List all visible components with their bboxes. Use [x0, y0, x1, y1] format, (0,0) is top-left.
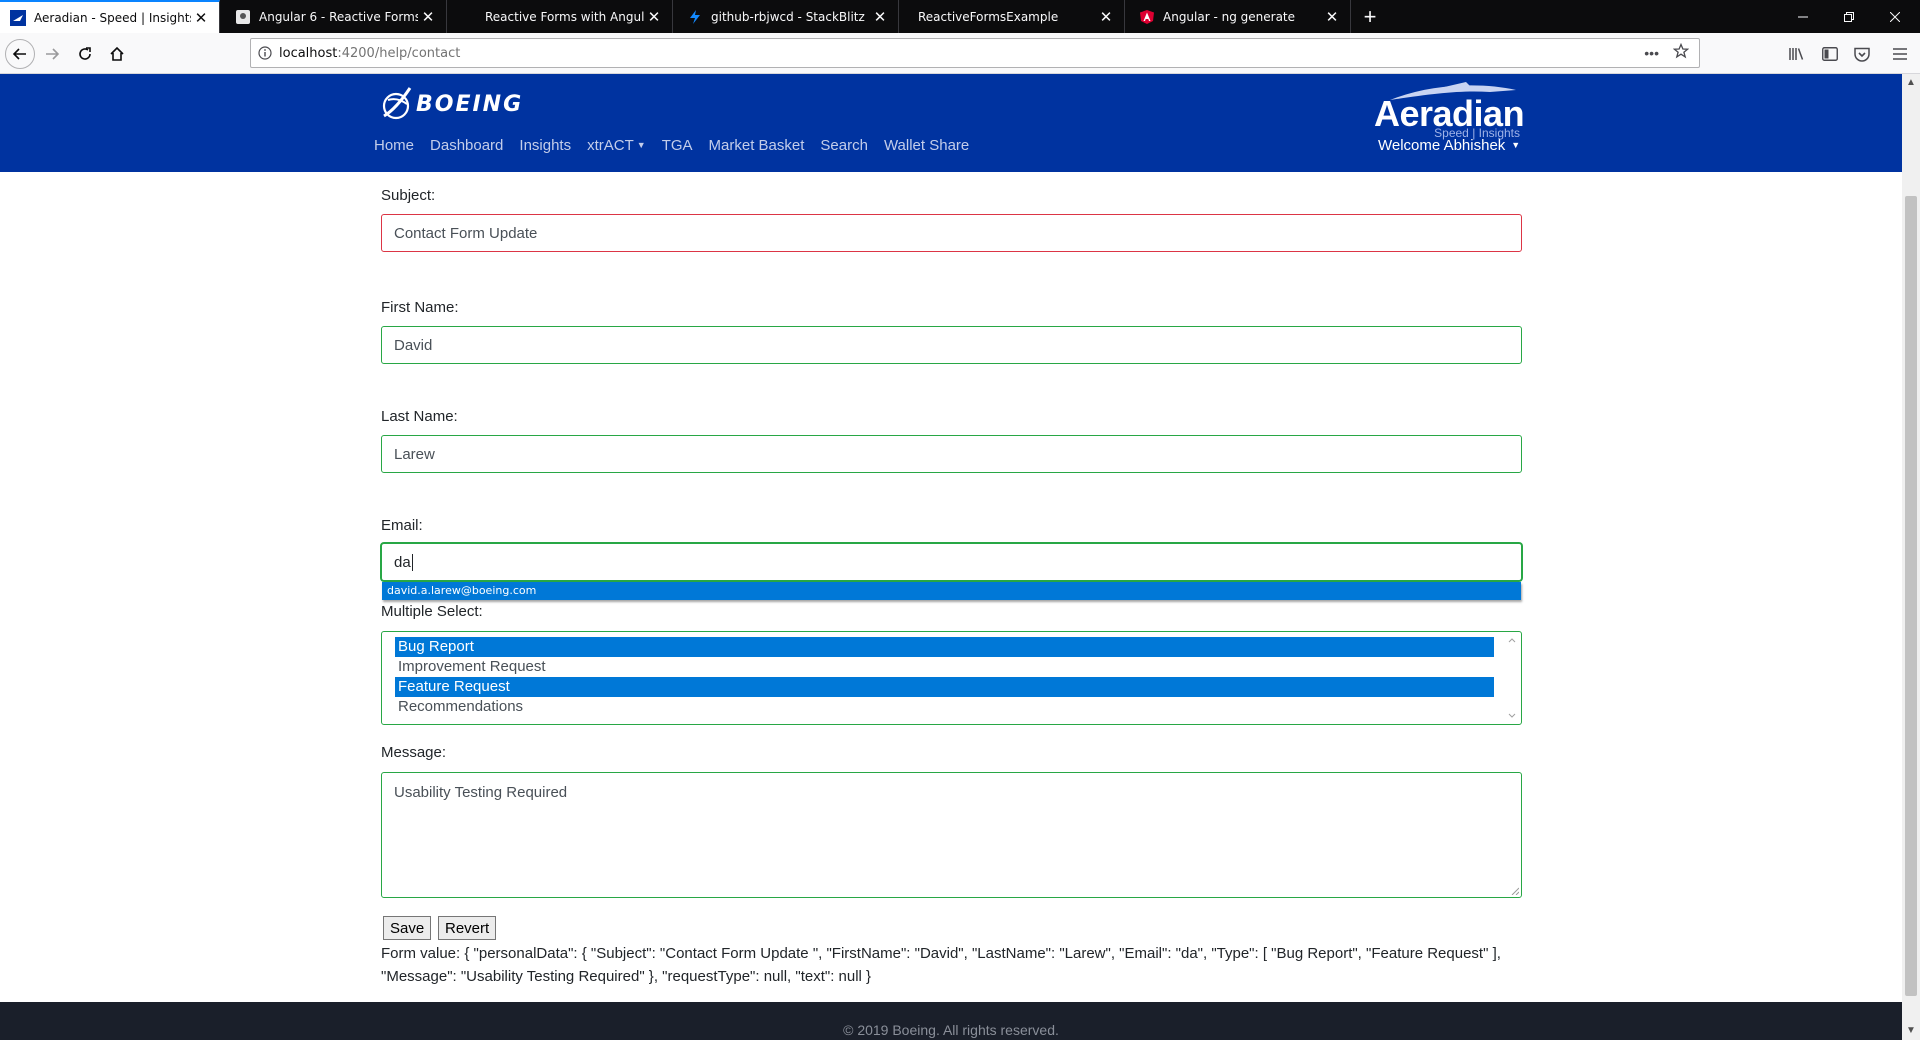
close-window-icon[interactable] [1872, 0, 1918, 33]
scroll-down-arrow-icon[interactable]: ▼ [1906, 1026, 1916, 1036]
page-viewport: BOEING Home Dashboard Insights xtrACT ▼ T… [0, 74, 1902, 1040]
tab-angular6-forms[interactable]: Angular 6 - Reactive Forms Vali ✕ [225, 0, 447, 33]
option-feature-request[interactable]: Feature Request [395, 677, 1494, 697]
url-bar[interactable]: localhost:4200/help/contact ••• [250, 38, 1700, 68]
close-tab-icon[interactable]: ✕ [191, 8, 211, 28]
first-name-input[interactable]: David [381, 326, 1522, 364]
aeradian-logo[interactable]: Aeradian Speed | Insights [1370, 80, 1525, 139]
email-input-value: da [394, 553, 411, 571]
angular-shield-icon [1139, 9, 1155, 25]
option-improvement-request[interactable]: Improvement Request [395, 657, 1494, 677]
email-autocomplete-suggestion[interactable]: david.a.larew@boeing.com [382, 582, 1521, 600]
back-arrow-icon[interactable] [5, 39, 35, 69]
last-name-label: Last Name: [381, 408, 458, 425]
caret-down-icon: ▼ [636, 140, 646, 150]
close-tab-icon[interactable]: ✕ [1096, 7, 1116, 27]
nav-insights[interactable]: Insights [519, 137, 571, 154]
sidebar-icon[interactable] [1820, 44, 1840, 64]
option-bug-report[interactable]: Bug Report [395, 637, 1494, 657]
message-text: Usability Testing Required [394, 784, 568, 801]
library-icon[interactable] [1787, 44, 1807, 64]
site-info-icon[interactable] [251, 46, 279, 60]
tab-title: github-rbjwcd - StackBlitz [711, 9, 865, 24]
tab-aeradian[interactable]: Aeradian - Speed | Insights ✕ [0, 0, 220, 33]
page-actions-menu-icon[interactable]: ••• [1644, 45, 1659, 61]
email-label: Email: [381, 517, 423, 534]
text-cursor [411, 553, 413, 571]
listbox-scrollbar[interactable] [1505, 634, 1519, 722]
forward-arrow-icon[interactable] [37, 39, 67, 69]
stackblitz-bolt-icon [687, 9, 703, 25]
nav-wallet-share[interactable]: Wallet Share [884, 137, 969, 154]
multiple-select-listbox[interactable]: Bug Report Improvement Request Feature R… [381, 631, 1522, 725]
scroll-down-icon [1508, 713, 1516, 718]
scroll-up-icon [1508, 638, 1516, 643]
tab-title: ReactiveFormsExample [918, 9, 1059, 24]
tab-reactive-forms-example[interactable]: ReactiveFormsExample ✕ [903, 0, 1125, 33]
nav-home[interactable]: Home [374, 137, 414, 154]
user-menu[interactable]: Welcome Abhishek ▼ [1378, 137, 1520, 154]
subject-label: Subject: [381, 187, 436, 204]
save-button[interactable]: Save [383, 916, 432, 940]
boeing-globe-icon [382, 87, 412, 120]
tab-stackblitz[interactable]: github-rbjwcd - StackBlitz ✕ [677, 0, 899, 33]
reload-icon[interactable] [70, 39, 100, 69]
tab-title: Angular - ng generate [1163, 9, 1296, 24]
browser-tab-strip: Aeradian - Speed | Insights ✕ Angular 6 … [0, 0, 1920, 33]
option-recommendations[interactable]: Recommendations [395, 697, 1494, 717]
nav-dashboard[interactable]: Dashboard [430, 137, 503, 154]
close-tab-icon[interactable]: ✕ [418, 7, 438, 27]
nav-search[interactable]: Search [820, 137, 868, 154]
tab-title: Aeradian - Speed | Insights [34, 10, 191, 25]
welcome-text: Welcome Abhishek [1378, 137, 1506, 154]
close-tab-icon[interactable]: ✕ [1322, 7, 1342, 27]
restore-window-icon[interactable] [1826, 0, 1872, 33]
scroll-thumb[interactable] [1905, 196, 1917, 996]
message-textarea[interactable]: Usability Testing Required [381, 772, 1522, 898]
resize-grip-icon[interactable] [1511, 887, 1519, 895]
boeing-logo[interactable]: BOEING [380, 86, 523, 122]
browser-toolbar: localhost:4200/help/contact ••• [0, 33, 1920, 74]
nav-tga[interactable]: TGA [662, 137, 693, 154]
page-scrollbar[interactable]: ▲ ▼ [1902, 74, 1920, 1040]
url-host: localhost [279, 45, 338, 61]
last-name-input[interactable]: Larew [381, 435, 1522, 473]
subject-input[interactable]: Contact Form Update [381, 214, 1522, 252]
minimize-window-icon[interactable] [1780, 0, 1826, 33]
site-header: BOEING Home Dashboard Insights xtrACT ▼ T… [0, 74, 1902, 172]
nav-market-basket[interactable]: Market Basket [709, 137, 805, 154]
home-icon[interactable] [102, 39, 132, 69]
first-name-label: First Name: [381, 299, 459, 316]
tab-title: Reactive Forms with Angular [U [485, 9, 644, 24]
boeing-wordmark: BOEING [416, 91, 524, 117]
close-tab-icon[interactable]: ✕ [870, 7, 890, 27]
tab-reactive-forms-angular[interactable]: Reactive Forms with Angular [U ✕ [451, 0, 673, 33]
multiple-select-label: Multiple Select: [381, 603, 483, 620]
hamburger-menu-icon[interactable] [1890, 44, 1910, 64]
bookmark-star-icon[interactable] [1672, 42, 1690, 62]
url-path: :4200/help/contact [337, 45, 461, 61]
tab-title: Angular 6 - Reactive Forms Vali [259, 9, 418, 24]
revert-button[interactable]: Revert [438, 916, 497, 940]
message-label: Message: [381, 744, 447, 761]
caret-down-icon: ▼ [1511, 140, 1521, 150]
scroll-up-arrow-icon[interactable]: ▲ [1906, 78, 1916, 88]
nav-xtract-label: xtrACT [587, 137, 634, 154]
site-footer: © 2019 Boeing. All rights reserved. [0, 1002, 1902, 1040]
footer-copyright: © 2019 Boeing. All rights reserved. [843, 1022, 1059, 1038]
main-nav: Home Dashboard Insights xtrACT ▼ TGA Mark… [374, 137, 985, 154]
nav-xtract-dropdown[interactable]: xtrACT ▼ [587, 137, 646, 154]
page-favicon-icon [235, 9, 251, 25]
new-tab-button[interactable]: + [1356, 3, 1384, 31]
close-tab-icon[interactable]: ✕ [644, 7, 664, 27]
email-input[interactable]: da [381, 543, 1522, 581]
tab-angular-ng-generate[interactable]: Angular - ng generate ✕ [1129, 0, 1351, 33]
pocket-icon[interactable] [1852, 44, 1872, 64]
url-text: localhost:4200/help/contact [279, 46, 460, 61]
form-value-output: Form value: { "personalData": { "Subject… [381, 945, 1501, 985]
aeradian-favicon-icon [10, 9, 26, 26]
